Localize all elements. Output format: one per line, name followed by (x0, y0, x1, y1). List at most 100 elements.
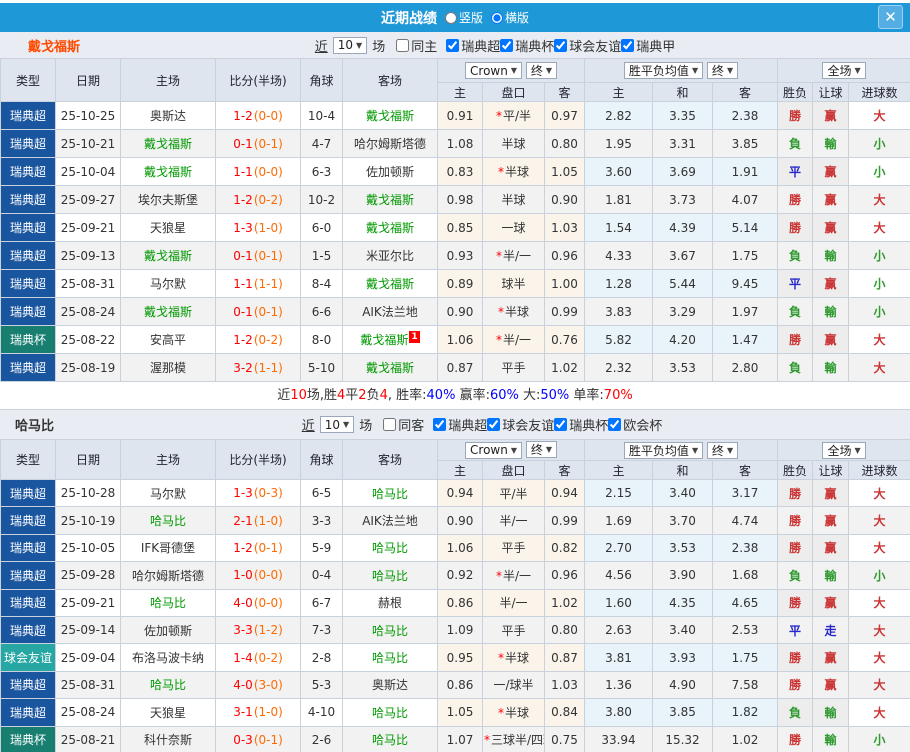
avg-lose: 1.82 (711, 698, 779, 727)
avg-draw: 3.67 (652, 241, 713, 270)
avg-win: 2.82 (584, 101, 653, 130)
team-name: 科什奈斯 (143, 733, 192, 748)
fulltime-score: 3-2 (233, 360, 253, 375)
league-checkbox[interactable] (621, 38, 635, 52)
dropdown-arrow-icon: ▼ (545, 445, 552, 455)
match-row: 球会友谊 25-09-04 布洛马波卡纳 1-4(0-2) 2-8 哈马比 0.95 *半球 0… (0, 643, 910, 672)
match-row: 瑞典超 25-10-04 戴戈福斯 1-1(0-0) 6-3 佐加顿斯 0.83 *半球 1.0… (0, 157, 910, 186)
home-odds: 0.98 (437, 185, 483, 214)
team-name: 戴戈福斯 (143, 305, 192, 319)
dropdown-arrow-icon: ▼ (854, 445, 861, 455)
score-cell: 0-1(0-1) (215, 129, 301, 158)
same-away-filter[interactable]: 同客 (383, 415, 424, 434)
col-header-let: 让球 (812, 460, 850, 480)
fulltime-score: 0-1 (233, 136, 253, 151)
match-date: 25-08-24 (55, 698, 121, 727)
league-filter[interactable]: 瑞典杯 (554, 415, 608, 434)
match-date: 25-09-13 (55, 241, 121, 270)
dropdown-arrow-icon: ▼ (510, 445, 517, 455)
avg-time-select[interactable]: 终 ▼ (706, 62, 739, 79)
league-filter[interactable]: 瑞典超 (446, 36, 500, 55)
same-home-checkbox[interactable] (396, 38, 410, 52)
score-cell: 1-3(1-0) (215, 213, 301, 242)
layout-horizontal-option[interactable]: 横版 (491, 9, 529, 26)
match-count-select[interactable]: 10 ▼ (332, 36, 368, 54)
away-odds: 0.80 (544, 615, 585, 645)
goals-result-cell: 大 (848, 533, 910, 563)
league-filter[interactable]: 瑞典超 (433, 415, 487, 434)
score-cell: 0-1(0-1) (215, 297, 301, 326)
avg-lose: 2.80 (711, 353, 779, 382)
odds-time-select[interactable]: 终 ▼ (525, 441, 557, 459)
avg-win: 4.56 (584, 561, 653, 590)
league-filter[interactable]: 球会友谊 (554, 36, 621, 55)
league-filter[interactable]: 瑞典杯 (500, 36, 554, 55)
home-team: 天狼星 (120, 213, 216, 242)
league-checkbox[interactable] (608, 418, 622, 431)
avg-lose: 7.58 (711, 670, 779, 700)
away-odds: 1.02 (544, 588, 585, 617)
fulltime-score: 3-3 (233, 623, 253, 638)
handicap-result-cell: 輸 (812, 725, 850, 752)
corner-score: 7-3 (300, 615, 343, 645)
match-row: 瑞典超 25-09-13 戴戈福斯 0-1(0-1) 1-5 米亚尔比 0.93 *半/一 0.… (0, 241, 910, 270)
home-odds: 1.09 (437, 615, 483, 645)
league-filter[interactable]: 球会友谊 (487, 415, 554, 434)
goals-result-cell: 小 (848, 725, 910, 752)
bookmaker-select[interactable]: Crown ▼ (465, 62, 522, 80)
horizontal-radio[interactable] (491, 11, 503, 24)
avg-lose: 2.53 (711, 615, 779, 645)
away-odds: 0.80 (544, 129, 585, 158)
fulltime-score: 0-3 (233, 732, 253, 747)
horizontal-radio-label: 横版 (505, 11, 530, 25)
summary-segment: 大: (518, 388, 541, 403)
fulltime-score: 1-2 (233, 332, 253, 347)
halftime-score: (0-2) (253, 332, 283, 347)
avg-type-select[interactable]: 胜平负均值 ▼ (623, 441, 704, 459)
same-away-checkbox[interactable] (383, 418, 397, 431)
avg-time-select[interactable]: 终 ▼ (706, 441, 739, 459)
scope-select[interactable]: 全场 ▼ (822, 441, 866, 459)
match-count-select[interactable]: 10 ▼ (319, 416, 355, 433)
home-team: 戴戈福斯 (120, 129, 216, 158)
bookmaker-value: Crown (470, 63, 508, 78)
corner-score: 2-6 (300, 725, 343, 752)
home-odds: 1.07 (437, 725, 483, 752)
avg-win: 3.60 (584, 157, 653, 186)
league-cell: 瑞典超 (0, 185, 56, 214)
team-name: AIK法兰地 (362, 514, 418, 529)
handicap: 半/一 (482, 506, 545, 535)
league-checkbox[interactable] (554, 38, 568, 52)
avg-type-value: 胜平负均值 (628, 64, 689, 78)
odds-time-select[interactable]: 终 ▼ (525, 61, 557, 79)
scope-select[interactable]: 全场 ▼ (822, 62, 866, 79)
league-filter[interactable]: 欧会杯 (608, 415, 662, 434)
league-checkbox[interactable] (500, 38, 514, 52)
layout-vertical-option[interactable]: 竖版 (444, 9, 483, 26)
avg-type-select[interactable]: 胜平负均值 ▼ (623, 62, 704, 79)
scope-group-header: 全场 ▼ (777, 58, 910, 83)
league-cell: 瑞典超 (0, 213, 56, 242)
away-team: 戴戈福斯 (342, 353, 438, 382)
league-filter[interactable]: 瑞典甲 (621, 36, 675, 55)
away-team: 哈马比 (342, 478, 438, 508)
close-button[interactable]: ✕ (878, 5, 903, 29)
corner-score: 0-4 (300, 561, 343, 590)
match-row: 瑞典超 25-08-31 哈马比 4-0(3-0) 5-3 奥斯达 0.86 一/球半 1.03… (0, 670, 910, 700)
score-cell: 0-1(0-1) (215, 241, 301, 270)
away-team: 哈马比 (342, 561, 438, 590)
league-checkbox[interactable] (433, 418, 447, 431)
league-checkbox[interactable] (487, 418, 501, 431)
league-checkbox[interactable] (554, 418, 568, 431)
summary-segment: 单率: (569, 388, 604, 403)
scope-value: 全场 (827, 64, 852, 78)
col-header-away: 客场 (342, 58, 438, 102)
score-cell: 3-1(1-0) (215, 698, 301, 727)
league-checkbox[interactable] (446, 38, 460, 52)
handicap-result-cell: 赢 (812, 643, 850, 672)
handicap-result-cell: 走 (812, 615, 850, 645)
avg-draw: 4.20 (652, 325, 713, 354)
vertical-radio[interactable] (444, 11, 457, 24)
bookmaker-select[interactable]: Crown ▼ (465, 441, 522, 459)
same-home-filter[interactable]: 同主 (396, 36, 437, 55)
